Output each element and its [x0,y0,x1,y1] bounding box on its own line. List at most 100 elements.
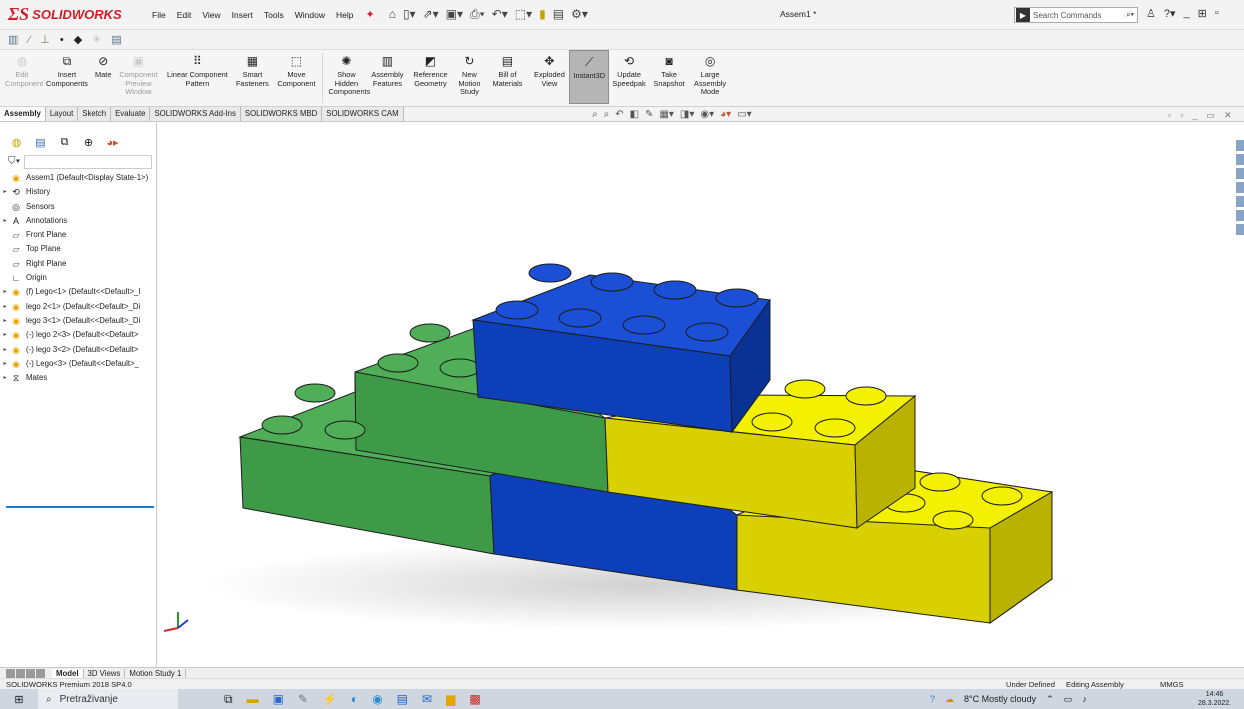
zoom-to-fit-icon[interactable]: ⌕ [592,109,598,120]
menu-window[interactable]: Window [295,10,325,20]
menu-tools[interactable]: Tools [264,10,284,20]
pin-icon[interactable]: ✦ [365,8,374,21]
file-properties-icon[interactable]: ▤ [553,7,564,22]
minimize-icon[interactable]: _ [1184,7,1190,20]
taskbar-search-input[interactable]: Pretraživanje [60,694,118,705]
rollback-bar[interactable] [6,506,154,508]
display-manager-tab-icon[interactable]: ◕▸ [104,135,121,149]
search-commands[interactable]: ▶ Search Commands ⌕▾ [1014,7,1138,23]
weather-icon[interactable]: ☁ [945,694,954,705]
reference-geometry-button[interactable]: ◩ Reference Geometry [407,50,453,88]
doc-minimize-icon[interactable]: _ [1192,110,1197,121]
tree-item[interactable]: ∟ Origin [0,271,157,285]
expand-arrow-icon[interactable]: ▸ [0,185,10,199]
expand-arrow-icon[interactable]: ▸ [0,314,10,328]
assembly-features-button[interactable]: ▥ Assembly Features [367,50,407,88]
task-pane-tab-icon[interactable] [1236,182,1244,193]
view-orientation-icon[interactable]: ▦▾ [659,109,673,120]
paint-icon[interactable]: ✎ [298,692,308,707]
update-speedpak-button[interactable]: ⟲ Update Speedpak [609,50,649,88]
task-view-icon[interactable]: ⧉ [224,692,233,707]
expand-arrow-icon[interactable]: ▸ [0,300,10,314]
task-pane-tab-icon[interactable] [1236,168,1244,179]
expand-arrow-icon[interactable]: ▸ [0,371,10,385]
task-pane-tab-icon[interactable] [1236,154,1244,165]
graphics-area[interactable] [158,122,1236,667]
doc-close-icon[interactable]: ✕ [1224,110,1232,121]
home-icon[interactable]: ⌂ [389,7,396,22]
tree-item[interactable]: ▸ ⟲ History [0,185,157,199]
triad-icon[interactable]: ⊥ [40,33,50,46]
doc-restore-icon[interactable]: ▭ [1206,110,1215,121]
windows-start-icon[interactable]: ⊞ [6,689,32,709]
tree-item[interactable]: ▸ ⧖ Mates [0,371,157,385]
menu-edit[interactable]: Edit [177,10,192,20]
tree-item[interactable]: ▸ A Annotations [0,214,157,228]
linear-pattern-button[interactable]: ⠿ Linear Component Pattern [162,50,232,88]
dynamic-annotation-icon[interactable]: ✎ [645,109,653,120]
feature-tree-tab-icon[interactable]: ◍ [8,135,25,149]
tree-item[interactable]: ▸ ◉ (f) Lego<1> (Default<<Default>_I [0,285,157,299]
app2-icon[interactable]: ▤ [397,692,408,707]
tree-item[interactable]: ▱ Right Plane [0,257,157,271]
save-icon[interactable]: ▣▾ [446,7,463,22]
insert-components-button[interactable]: ⧉ Insert Components [42,50,92,88]
search-scope-icon[interactable]: ▶ [1016,8,1030,22]
tab-sketch[interactable]: Sketch [78,107,112,121]
take-snapshot-button[interactable]: ◙ Take Snapshot [649,50,689,88]
tree-item[interactable]: ▸ ◉ (-) lego 3<2> (Default<<Default> [0,343,157,357]
component-icon[interactable]: ▥ [8,33,18,46]
component-preview-button[interactable]: ▣ Component Preview Window [114,50,162,97]
mate-button[interactable]: ⊘ Mate [92,50,114,80]
smart-fasteners-button[interactable]: ▦ Smart Fasteners [232,50,272,88]
move-component-button[interactable]: ⬚ Move Component [272,50,320,88]
dimxpert-tab-icon[interactable]: ⊕ [80,135,97,149]
tab-layout[interactable]: Layout [45,107,79,121]
taskbar-clock[interactable]: 14:46 28.3.2022. [1198,690,1231,708]
diamond-icon[interactable]: ◆ [74,33,82,46]
doc-cascade-icon[interactable]: ▫ [1180,110,1183,121]
bom-button[interactable]: ▤ Bill of Materials [485,50,529,88]
exploded-view-button[interactable]: ✥ Exploded View [529,50,569,88]
undo-icon[interactable]: ↶▾ [492,7,508,22]
doc-tile-icon[interactable]: ▫ [1168,110,1171,121]
configuration-tab-icon[interactable]: ⧉ [56,135,73,149]
expand-arrow-icon[interactable]: ▸ [0,328,10,342]
menu-view[interactable]: View [202,10,220,20]
new-document-icon[interactable]: ▯▾ [403,7,416,22]
view-settings-icon[interactable]: ▭▾ [737,109,751,120]
search-commands-input[interactable]: Search Commands [1033,11,1101,20]
solidworks-logo[interactable]: ƩS SOLIDWORKS [8,4,136,25]
traffic-light-icon[interactable]: ▮ [539,7,546,22]
select-icon[interactable]: ⬚▾ [515,7,532,22]
display-style-icon[interactable]: ◨▾ [680,109,694,120]
expand-arrow-icon[interactable]: ▸ [0,285,10,299]
help-tray-icon[interactable]: ? [930,694,935,704]
print-icon[interactable]: ⎙▾ [470,7,485,22]
point-icon[interactable]: • [60,34,64,46]
restore-icon[interactable]: ▫ [1215,7,1219,20]
store-icon[interactable]: ▣ [273,692,284,707]
search-icon[interactable]: ⌕▾ [1126,10,1134,20]
motion-study-button[interactable]: ↻ New Motion Study [453,50,485,97]
file-explorer-icon[interactable]: ▬ [247,692,259,707]
mail-icon[interactable]: ✉ [422,692,432,707]
menu-insert[interactable]: Insert [232,10,253,20]
tab-model[interactable]: Model [52,668,84,678]
edit-component-button[interactable]: ◍ Edit Component [2,50,43,88]
filter-icon[interactable]: ⛉▾ [8,156,20,167]
tree-item[interactable]: ▱ Top Plane [0,242,157,256]
menu-file[interactable]: File [152,10,166,20]
view-settings-icon[interactable]: ▤ [111,33,121,46]
tree-item[interactable]: ▸ ◉ (-) Lego<3> (Default<<Default>_ [0,357,157,371]
open-icon[interactable]: ⇗▾ [423,7,439,22]
tab-mbd[interactable]: SOLIDWORKS MBD [240,107,323,121]
tab-cam[interactable]: SOLIDWORKS CAM [322,107,404,121]
taskbar-search[interactable]: ⌕ Pretraživanje [38,689,178,709]
hide-show-icon[interactable]: ◉▾ [700,109,714,120]
volume-icon[interactable]: ♪ [1082,694,1087,704]
options-gear-icon[interactable]: ⚙▾ [571,7,588,22]
tray-chevron-icon[interactable]: ⌃ [1046,694,1054,705]
instant3d-button[interactable]: ⟋ Instant3D [569,50,610,104]
zoom-area-icon[interactable]: ⌕ [604,109,610,120]
